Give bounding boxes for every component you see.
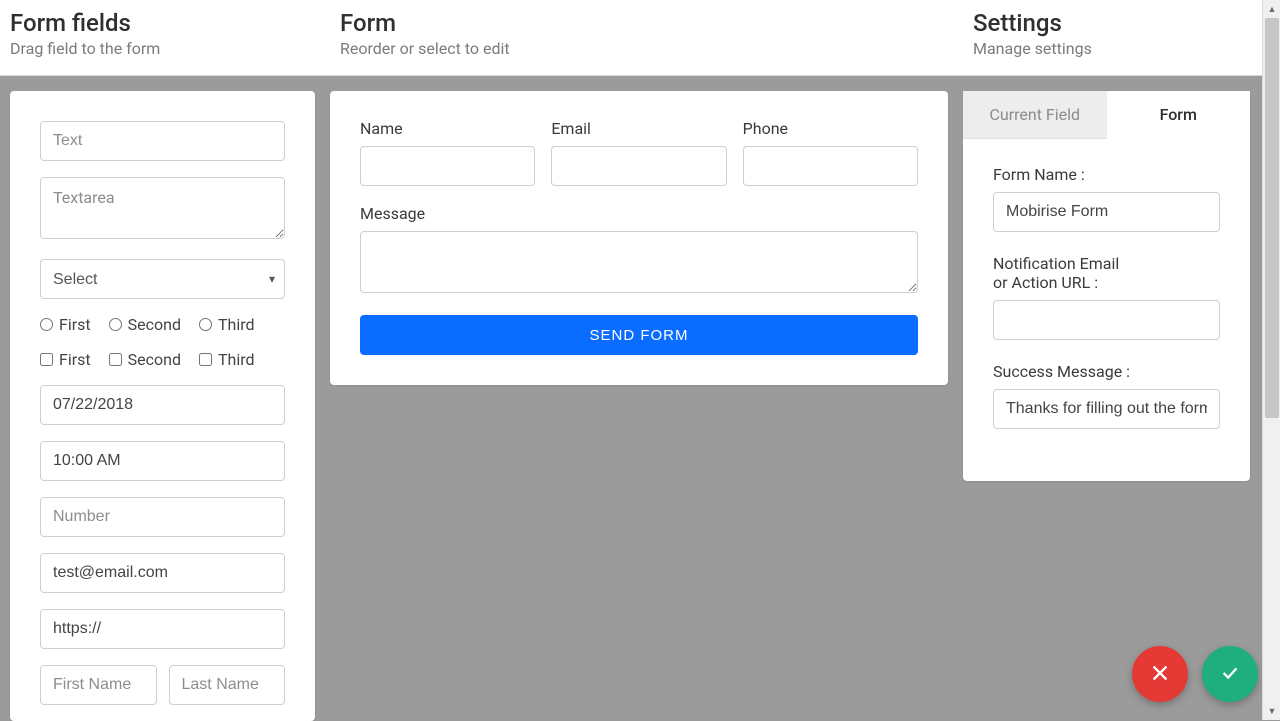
fab-container (1132, 646, 1258, 702)
fields-panel: Select First Second Third First Second T… (10, 91, 315, 721)
input-success[interactable] (993, 389, 1220, 429)
palette-name-pair[interactable] (40, 665, 285, 705)
setting-notification: Notification Email or Action URL : (993, 254, 1220, 340)
setting-success: Success Message : (993, 362, 1220, 429)
palette-text[interactable] (40, 121, 285, 161)
palette-radio-1[interactable]: First (40, 315, 91, 334)
palette-check-1[interactable]: First (40, 350, 91, 369)
palette-date-input[interactable] (40, 385, 285, 425)
send-form-button[interactable]: SEND FORM (360, 315, 918, 355)
tab-current-field[interactable]: Current Field (963, 91, 1107, 139)
tab-form[interactable]: Form (1107, 91, 1251, 139)
settings-panel: Current Field Form Form Name : Notificat… (963, 91, 1250, 481)
header-form-sub: Reorder or select to edit (340, 39, 963, 58)
palette-select-input[interactable]: Select (40, 259, 285, 299)
label-notification: Notification Email or Action URL : (993, 254, 1220, 292)
scroll-up-button[interactable]: ▲ (1263, 0, 1280, 18)
form-row-2: Message (360, 204, 918, 297)
form-group-message[interactable]: Message (360, 204, 918, 297)
palette-radio-group[interactable]: First Second Third (40, 315, 285, 334)
palette-check-2[interactable]: Second (109, 350, 181, 369)
fields-column: Select First Second Third First Second T… (0, 76, 330, 720)
header-col-fields: Form fields Drag field to the form (0, 0, 330, 75)
form-group-phone[interactable]: Phone (743, 119, 918, 186)
form-row-1: Name Email Phone (360, 119, 918, 186)
palette-url-input[interactable] (40, 609, 285, 649)
header-settings-sub: Manage settings (973, 39, 1262, 58)
scroll-thumb[interactable] (1265, 18, 1279, 418)
confirm-button[interactable] (1202, 646, 1258, 702)
palette-time-input[interactable] (40, 441, 285, 481)
palette-textarea-input[interactable] (40, 177, 285, 239)
label-form-name: Form Name : (993, 165, 1220, 184)
label-message: Message (360, 204, 918, 223)
palette-date[interactable] (40, 385, 285, 425)
palette-radio-2[interactable]: Second (109, 315, 181, 334)
label-phone: Phone (743, 119, 918, 138)
label-name: Name (360, 119, 535, 138)
builder-header: Form fields Drag field to the form Form … (0, 0, 1262, 76)
header-fields-sub: Drag field to the form (10, 39, 330, 58)
palette-textarea[interactable] (40, 177, 285, 243)
form-column: Name Email Phone Message SEND FORM (330, 76, 963, 720)
input-phone[interactable] (743, 146, 918, 186)
label-success: Success Message : (993, 362, 1220, 381)
palette-email[interactable] (40, 553, 285, 593)
palette-text-input[interactable] (40, 121, 285, 161)
form-canvas[interactable]: Name Email Phone Message SEND FORM (330, 91, 948, 385)
input-email[interactable] (551, 146, 726, 186)
settings-body: Form Name : Notification Email or Action… (963, 139, 1250, 429)
close-icon (1149, 662, 1171, 687)
palette-checkbox-group[interactable]: First Second Third (40, 350, 285, 369)
palette-time[interactable] (40, 441, 285, 481)
palette-first-name[interactable] (40, 665, 157, 705)
input-name[interactable] (360, 146, 535, 186)
palette-last-name[interactable] (169, 665, 286, 705)
label-email: Email (551, 119, 726, 138)
header-col-settings: Settings Manage settings (963, 0, 1262, 75)
header-fields-title: Form fields (10, 9, 330, 37)
header-form-title: Form (340, 9, 963, 37)
settings-column: Current Field Form Form Name : Notificat… (963, 76, 1262, 720)
palette-select[interactable]: Select (40, 259, 285, 299)
palette-check-3[interactable]: Third (199, 350, 255, 369)
check-icon (1219, 662, 1241, 687)
builder-body: Select First Second Third First Second T… (0, 76, 1262, 720)
palette-url[interactable] (40, 609, 285, 649)
input-notification[interactable] (993, 300, 1220, 340)
scroll-down-button[interactable]: ▼ (1263, 702, 1280, 720)
setting-form-name: Form Name : (993, 165, 1220, 232)
header-settings-title: Settings (973, 9, 1262, 37)
palette-number[interactable] (40, 497, 285, 537)
cancel-button[interactable] (1132, 646, 1188, 702)
palette-email-input[interactable] (40, 553, 285, 593)
header-col-form: Form Reorder or select to edit (330, 0, 963, 75)
palette-number-input[interactable] (40, 497, 285, 537)
form-group-name[interactable]: Name (360, 119, 535, 186)
input-form-name[interactable] (993, 192, 1220, 232)
palette-radio-3[interactable]: Third (199, 315, 255, 334)
settings-tabs: Current Field Form (963, 91, 1250, 139)
form-group-email[interactable]: Email (551, 119, 726, 186)
input-message[interactable] (360, 231, 918, 293)
vertical-scrollbar[interactable]: ▲ ▼ (1262, 0, 1280, 720)
